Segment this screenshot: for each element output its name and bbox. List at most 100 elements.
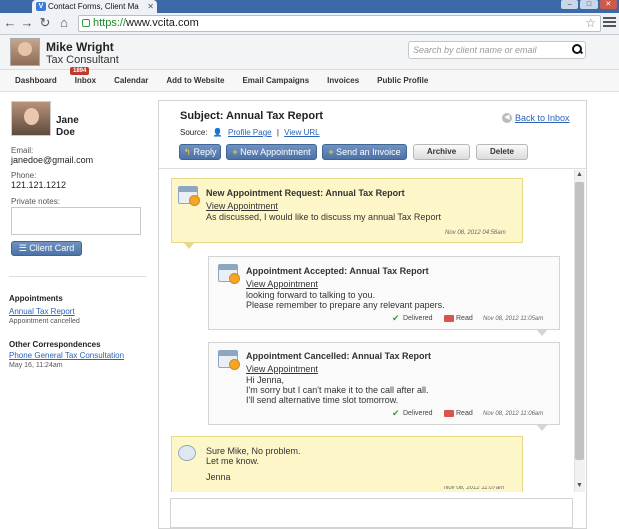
private-notes-field[interactable] <box>11 207 141 235</box>
message-title: Appointment Accepted: Annual Tax Report <box>246 266 429 276</box>
message-date: Nov 08, 2012 11:07am <box>444 486 505 491</box>
search-icon[interactable] <box>572 44 583 55</box>
read-status: Read <box>456 410 473 417</box>
message-body-line: Let me know. <box>206 456 260 466</box>
source-row: Source: 👤 Profile Page | View URL <box>180 128 320 137</box>
view-appointment-link[interactable]: View Appointment <box>246 279 318 290</box>
client-card-button[interactable]: ☰ Client Card <box>11 241 82 256</box>
message-date: Nov 08, 2012 11:06am <box>483 411 544 417</box>
thread-divider <box>159 168 586 169</box>
appointments-heading: Appointments <box>9 294 63 303</box>
send-invoice-label: Send an Invoice <box>336 147 401 157</box>
client-card-label: Client Card <box>29 243 75 253</box>
menu-inbox[interactable]: Inbox <box>75 76 96 85</box>
menu-email-campaigns[interactable]: Email Campaigns <box>242 76 309 85</box>
scroll-up-icon[interactable]: ▲ <box>576 171 583 178</box>
menu-calendar[interactable]: Calendar <box>114 76 148 85</box>
thread-subject: Subject: Annual Tax Report <box>180 110 324 122</box>
phone-label: Phone: <box>11 171 37 180</box>
minimize-icon[interactable]: – <box>561 0 579 9</box>
close-tab-icon[interactable]: ✕ <box>147 0 154 13</box>
reply-button[interactable]: ↰ Reply <box>179 144 221 160</box>
speech-bubble-icon <box>178 445 196 461</box>
user-role: Tax Consultant <box>46 54 119 66</box>
message-body: As discussed, I would like to discuss my… <box>206 212 441 222</box>
reply-composer-field[interactable] <box>170 498 573 528</box>
home-icon[interactable]: ⌂ <box>57 16 71 30</box>
client-phone: 121.121.1212 <box>11 180 67 190</box>
view-appointment-link[interactable]: View Appointment <box>246 364 318 375</box>
delete-button[interactable]: Delete <box>476 144 528 160</box>
menu-invoices[interactable]: Invoices <box>327 76 359 85</box>
client-card-icon: ☰ <box>18 243 30 253</box>
menu-public-profile[interactable]: Public Profile <box>377 76 428 85</box>
client-avatar <box>11 101 51 136</box>
address-bar[interactable]: https://www.vcita.com ☆ <box>78 15 601 32</box>
calendar-icon <box>218 264 240 284</box>
new-appointment-label: New Appointment <box>240 147 311 157</box>
message-signature: Jenna <box>206 472 231 482</box>
person-icon: 👤 <box>212 128 223 137</box>
client-search-input[interactable]: Search by client name or email <box>408 41 586 59</box>
browser-menu-icon[interactable] <box>603 17 616 29</box>
appointment-link[interactable]: Annual Tax Report <box>9 307 75 316</box>
user-avatar[interactable] <box>10 38 40 66</box>
source-label: Source: <box>180 128 208 137</box>
client-first-name: Jane <box>56 115 79 126</box>
browser-tab-title: Contact Forms, Client Ma <box>48 2 139 11</box>
message-tail <box>183 242 195 249</box>
new-appointment-button[interactable]: + New Appointment <box>226 144 317 160</box>
read-status: Read <box>456 315 473 322</box>
window-close-icon[interactable]: ✕ <box>599 0 617 9</box>
send-invoice-button[interactable]: + Send an Invoice <box>322 144 407 160</box>
archive-button[interactable]: Archive <box>413 144 470 160</box>
notes-label: Private notes: <box>11 197 60 206</box>
vcita-favicon-icon: V <box>36 2 46 11</box>
client-name: Jane Doe <box>56 115 96 139</box>
plus-icon: + <box>232 147 238 157</box>
delivered-status: Delivered <box>403 315 433 322</box>
view-appointment-link[interactable]: View Appointment <box>206 201 278 212</box>
reply-icon: ↰ <box>183 147 191 157</box>
reply-label: Reply <box>193 147 217 157</box>
reload-icon[interactable]: ↻ <box>38 16 52 30</box>
envelope-icon <box>444 410 454 417</box>
check-icon: ✔ <box>392 408 400 418</box>
view-url-link[interactable]: View URL <box>284 128 319 137</box>
menu-add-to-website[interactable]: Add to Website <box>166 76 224 85</box>
back-to-inbox-link[interactable]: Back to Inbox <box>515 113 570 123</box>
bookmark-star-icon[interactable]: ☆ <box>585 16 596 31</box>
message-date: Nov 08, 2012 04:56am <box>445 230 506 236</box>
sidebar-divider <box>9 276 146 277</box>
client-last-name: Doe <box>56 127 75 138</box>
back-icon[interactable]: ◀ <box>502 113 512 123</box>
window-controls: – □ ✕ <box>561 0 617 10</box>
correspondence-link[interactable]: Phone General Tax Consultation <box>9 351 124 360</box>
message-body-line: Please remember to prepare any relevant … <box>246 300 445 310</box>
message-tail <box>536 424 548 431</box>
message-title: Appointment Cancelled: Annual Tax Report <box>246 351 432 361</box>
calendar-icon <box>178 186 200 206</box>
other-correspondences-heading: Other Correspondences <box>9 340 101 349</box>
scrollbar-thumb[interactable] <box>575 182 584 460</box>
user-name: Mike Wright <box>46 40 114 54</box>
back-arrow-icon[interactable]: ← <box>3 16 17 30</box>
lock-icon <box>82 19 90 27</box>
message-tail <box>536 329 548 336</box>
profile-page-link[interactable]: Profile Page <box>228 128 272 137</box>
delivered-status: Delivered <box>403 410 433 417</box>
menu-dashboard[interactable]: Dashboard <box>15 76 57 85</box>
envelope-icon <box>444 315 454 322</box>
main-menu: Dashboard Inbox Calendar Add to Website … <box>0 70 619 92</box>
message-title: New Appointment Request: Annual Tax Repo… <box>206 188 405 198</box>
correspondence-date: May 16, 11:24am <box>9 362 63 369</box>
maximize-icon[interactable]: □ <box>580 0 598 9</box>
source-separator: | <box>276 128 279 137</box>
inbox-count-badge: 1894 <box>70 67 90 75</box>
client-email: janedoe@gmail.com <box>11 155 94 165</box>
browser-tab[interactable]: V Contact Forms, Client Ma ✕ <box>32 0 157 13</box>
scroll-down-icon[interactable]: ▼ <box>576 482 583 489</box>
email-label: Email: <box>11 146 34 155</box>
forward-arrow-icon[interactable]: → <box>20 16 34 30</box>
calendar-icon <box>218 350 240 370</box>
